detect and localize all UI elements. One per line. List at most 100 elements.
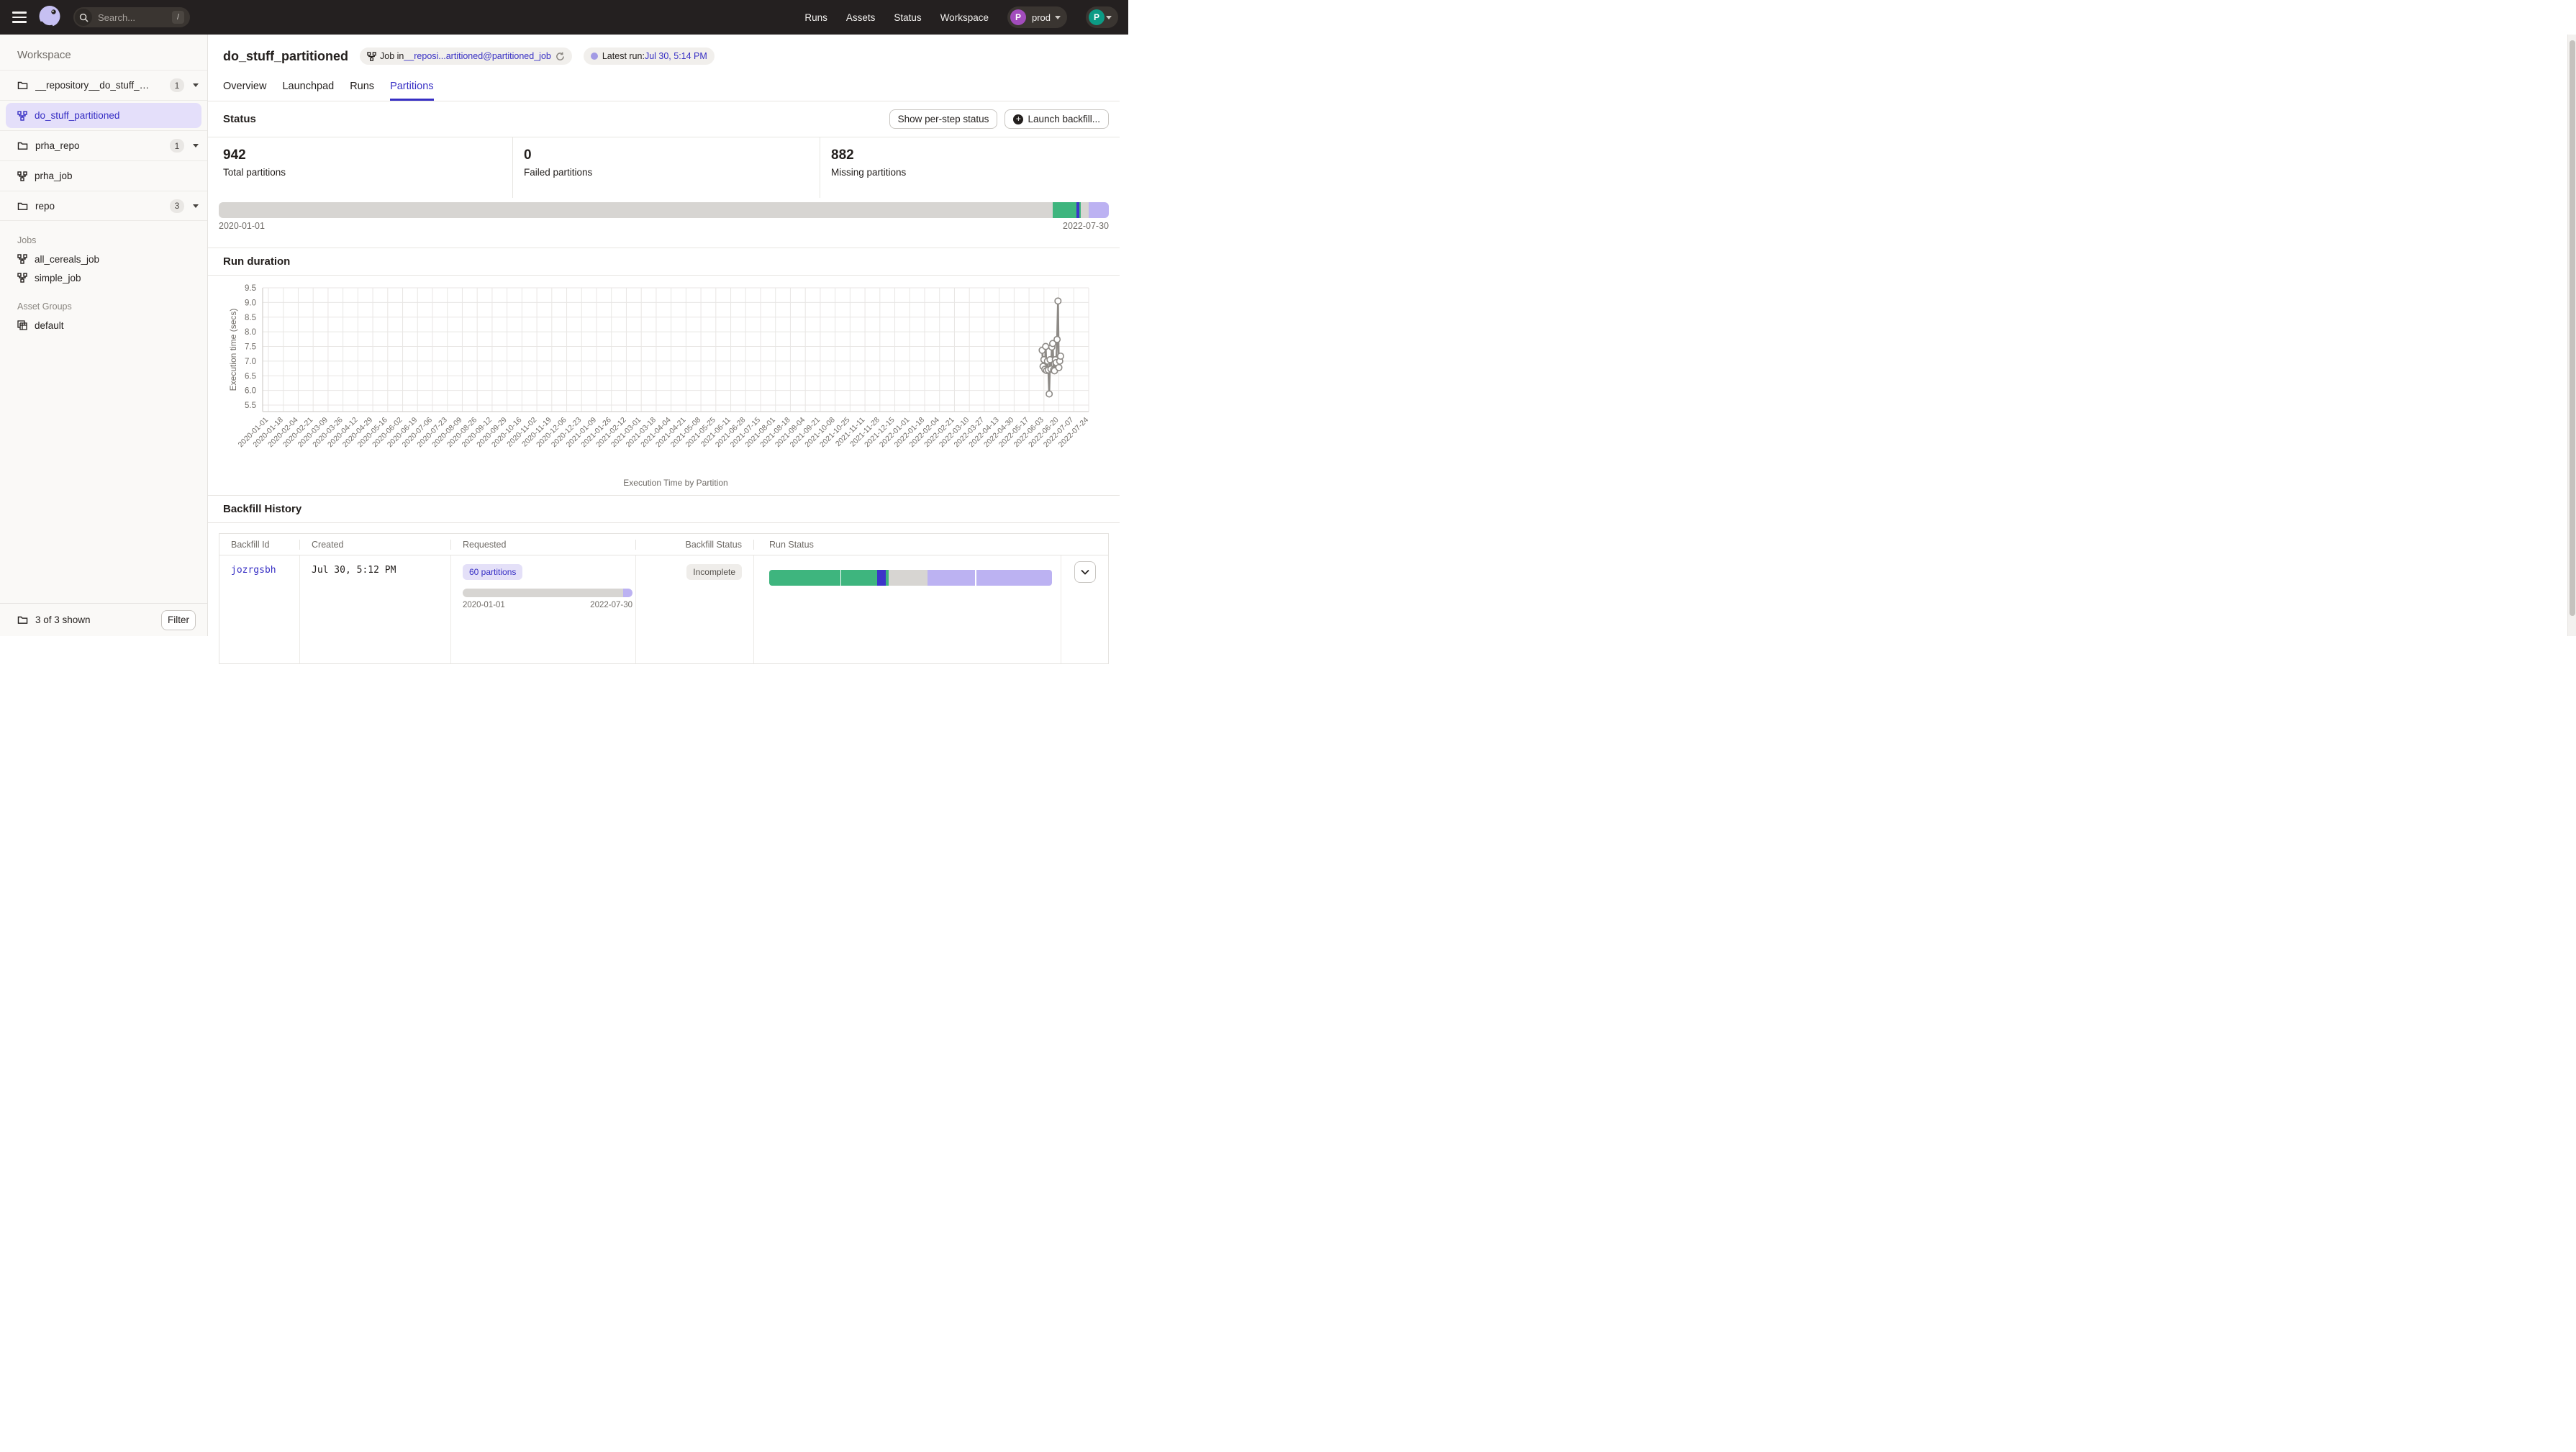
- main-content: do_stuff_partitioned Job in __reposi...a…: [208, 35, 1120, 636]
- bar-segment-purple: [928, 570, 975, 586]
- job-count-badge: 3: [170, 199, 184, 213]
- svg-text:Execution time (secs): Execution time (secs): [228, 309, 238, 391]
- backfill-history-table: Backfill Id Created Requested Backfill S…: [219, 533, 1109, 664]
- tab-launchpad[interactable]: Launchpad: [282, 81, 334, 101]
- job-icon: [17, 273, 27, 283]
- bar-segment-gray: [219, 202, 1053, 218]
- bar-segment-purple: [976, 570, 1052, 586]
- partition-status-bar[interactable]: [219, 202, 1109, 218]
- sidebar-item-label: repo: [35, 201, 55, 212]
- sidebar-item-repo[interactable]: repo 3: [0, 191, 207, 221]
- folder-icon: [17, 81, 28, 90]
- folder-icon: [17, 615, 28, 625]
- bar-segment-gray: [889, 570, 928, 586]
- job-origin-tag: Job in __reposi...artitioned@partitioned…: [360, 47, 572, 65]
- plus-circle-icon: +: [1013, 114, 1023, 124]
- requested-end-date: 2022-07-30: [590, 601, 632, 609]
- svg-text:Execution Time by Partition: Execution Time by Partition: [623, 478, 727, 488]
- bar-segment-green: [841, 570, 877, 586]
- top-nav: Search... / Runs Assets Status Workspace…: [0, 0, 1128, 35]
- execution-time-chart: 5.56.06.57.07.58.08.59.09.52020-01-01202…: [219, 276, 1109, 491]
- svg-text:7.5: 7.5: [245, 343, 256, 352]
- deployment-name: prod: [1032, 12, 1051, 23]
- nav-assets[interactable]: Assets: [846, 12, 876, 23]
- menu-icon[interactable]: [7, 5, 32, 30]
- bar-segment-gray: [1081, 202, 1089, 218]
- refresh-icon[interactable]: [555, 52, 565, 61]
- svg-text:8.0: 8.0: [245, 328, 256, 337]
- sidebar-asset-group-default[interactable]: default: [0, 316, 207, 335]
- latest-run-link[interactable]: Jul 30, 5:14 PM: [645, 51, 707, 61]
- chevron-down-icon: [1081, 569, 1089, 575]
- status-section-title: Status: [223, 113, 256, 125]
- nav-workspace[interactable]: Workspace: [940, 12, 989, 23]
- nav-runs[interactable]: Runs: [804, 12, 827, 23]
- sidebar-item-prha-repo[interactable]: prha_repo1: [0, 130, 207, 160]
- expand-row-button[interactable]: [1074, 561, 1096, 583]
- nav-status[interactable]: Status: [894, 12, 921, 23]
- svg-text:5.5: 5.5: [245, 401, 256, 410]
- sidebar-job-all_cereals_job[interactable]: all_cereals_job: [0, 250, 207, 268]
- vertical-scrollbar[interactable]: [2567, 35, 2576, 636]
- svg-text:6.5: 6.5: [245, 372, 256, 381]
- user-menu[interactable]: P: [1086, 6, 1118, 28]
- tab-runs[interactable]: Runs: [350, 81, 374, 101]
- sidebar-item-label: __repository__do_stuff_partitio...: [35, 80, 154, 91]
- partition-bar-start-date: 2020-01-01: [219, 221, 265, 231]
- bar-segment-purple: [1089, 202, 1109, 218]
- tab-partitions[interactable]: Partitions: [390, 81, 433, 101]
- svg-text:9.5: 9.5: [245, 284, 256, 293]
- asset-groups-section-label: Asset Groups: [0, 287, 207, 316]
- workspace-sidebar: Workspace __repository__do_stuff_partiti…: [0, 35, 208, 636]
- run-status-bar[interactable]: [769, 570, 1052, 586]
- table-row: jozrgsbh Jul 30, 5:12 PM 60 partitions 2…: [219, 555, 1108, 663]
- bar-segment-green: [1053, 202, 1076, 218]
- bar-segment-gray: [463, 589, 623, 597]
- svg-text:8.5: 8.5: [245, 314, 256, 322]
- deployment-switcher[interactable]: P prod: [1007, 6, 1067, 28]
- expand-caret-icon[interactable]: [193, 144, 199, 148]
- job-icon: [17, 111, 27, 121]
- requested-partitions-tag[interactable]: 60 partitions: [463, 564, 522, 580]
- svg-text:7.0: 7.0: [245, 358, 256, 366]
- sidebar-title: Workspace: [0, 35, 207, 70]
- partition-stats: 942Total partitions 0Failed partitions 8…: [208, 137, 1120, 198]
- search-input[interactable]: Search... /: [73, 7, 190, 27]
- expand-caret-icon[interactable]: [193, 204, 199, 208]
- sidebar-item-do-stuff-partitioned[interactable]: do_stuff_partitioned: [0, 100, 207, 130]
- launch-backfill-button[interactable]: +Launch backfill...: [1004, 109, 1109, 129]
- asset-group-icon: [17, 320, 27, 330]
- sidebar-job-simple_job[interactable]: simple_job: [0, 268, 207, 287]
- tab-overview[interactable]: Overview: [223, 81, 266, 101]
- col-backfill-id: Backfill Id: [219, 540, 299, 550]
- backfill-id-link[interactable]: jozrgsbh: [231, 565, 276, 576]
- stat-missing-partitions: 882Missing partitions: [820, 137, 1120, 198]
- stat-total-partitions: 942Total partitions: [208, 137, 512, 198]
- run-duration-title: Run duration: [223, 255, 290, 268]
- col-created: Created: [299, 540, 450, 550]
- sidebar-footer: 3 of 3 shown Filter: [0, 603, 207, 636]
- scrollbar-thumb[interactable]: [2570, 40, 2575, 616]
- jobs-section-label: Jobs: [0, 221, 207, 250]
- bar-segment-green: [769, 570, 840, 586]
- job-count-badge: 1: [170, 78, 184, 92]
- filter-button[interactable]: Filter: [161, 610, 196, 630]
- expand-caret-icon[interactable]: [193, 83, 199, 87]
- sidebar-item--repository-do-stuff-partitio-[interactable]: __repository__do_stuff_partitio... 1: [0, 70, 207, 100]
- svg-text:6.0: 6.0: [245, 387, 256, 396]
- stat-failed-partitions: 0Failed partitions: [512, 137, 820, 198]
- svg-text:9.0: 9.0: [245, 299, 256, 307]
- partition-bar-end-date: 2022-07-30: [1063, 221, 1109, 231]
- dagster-logo-icon[interactable]: [36, 4, 63, 31]
- job-icon: [17, 171, 27, 181]
- sidebar-item-prha-job[interactable]: prha_job: [0, 160, 207, 191]
- latest-run-tag: Latest run: Jul 30, 5:14 PM: [584, 47, 715, 65]
- sidebar-item-label: do_stuff_partitioned: [35, 110, 119, 121]
- job-icon: [17, 254, 27, 264]
- repo-list: __repository__do_stuff_partitio... 1 do_st…: [0, 70, 207, 221]
- show-per-step-status-button[interactable]: Show per-step status: [889, 109, 998, 129]
- folder-icon: [17, 201, 28, 211]
- bar-segment-purple: [623, 589, 632, 597]
- job-origin-link[interactable]: __reposi...artitioned@partitioned_job: [404, 51, 551, 61]
- run-status-dot: [591, 53, 598, 60]
